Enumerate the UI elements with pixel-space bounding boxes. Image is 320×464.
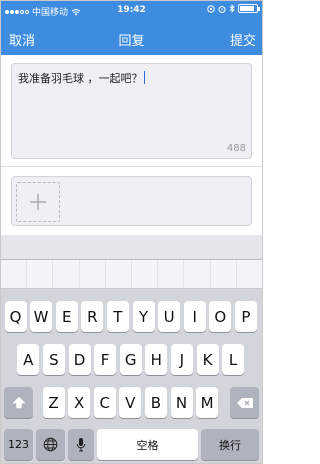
- key-p[interactable]: P: [234, 301, 257, 332]
- text-cursor: [143, 71, 145, 84]
- key-x[interactable]: X: [68, 387, 91, 418]
- numbers-key[interactable]: 123: [4, 429, 33, 460]
- submit-button[interactable]: 提交: [230, 30, 256, 49]
- microphone-icon: [76, 438, 86, 452]
- reply-text: 我准备羽毛球 ，一起吧？: [18, 72, 143, 85]
- key-d[interactable]: D: [68, 344, 91, 375]
- key-s[interactable]: S: [42, 344, 65, 375]
- add-photo-button[interactable]: [16, 182, 60, 222]
- page-title: 回复: [118, 34, 145, 49]
- bluetooth-icon: [229, 4, 235, 13]
- shift-key[interactable]: [4, 387, 33, 418]
- space-key[interactable]: 空格: [97, 429, 198, 460]
- reply-text-field[interactable]: 我准备羽毛球 ，一起吧？ 488: [11, 63, 252, 159]
- key-r[interactable]: R: [81, 301, 104, 332]
- battery-icon: [238, 4, 260, 13]
- key-h[interactable]: H: [145, 344, 168, 375]
- delete-key[interactable]: [230, 387, 259, 418]
- rotation-lock-icon: [207, 4, 215, 13]
- key-f[interactable]: F: [94, 344, 117, 375]
- key-y[interactable]: Y: [132, 301, 155, 332]
- key-n[interactable]: N: [170, 387, 193, 418]
- key-u[interactable]: U: [158, 301, 181, 332]
- reply-screen: 中国移动 19:42 取消 回复 提交 我准备羽毛球 ，一起吧？ 488 Q W…: [0, 0, 263, 464]
- key-t[interactable]: T: [106, 301, 129, 332]
- keyboard-top-spacer: [1, 235, 262, 259]
- microphone-key[interactable]: [68, 429, 94, 460]
- key-o[interactable]: O: [209, 301, 232, 332]
- key-z[interactable]: Z: [42, 387, 65, 418]
- key-m[interactable]: M: [196, 387, 219, 418]
- keyboard: QWERTYUIOP ASDFGHJKL ZXCVBNM 123 空格 换行: [1, 259, 262, 463]
- key-e[interactable]: E: [55, 301, 78, 332]
- candidate-bar: [1, 260, 262, 289]
- key-g[interactable]: G: [119, 344, 142, 375]
- key-c[interactable]: C: [93, 387, 116, 418]
- globe-key[interactable]: [36, 429, 65, 460]
- key-v[interactable]: V: [119, 387, 142, 418]
- key-a[interactable]: A: [17, 344, 40, 375]
- key-w[interactable]: W: [30, 301, 53, 332]
- key-i[interactable]: I: [183, 301, 206, 332]
- key-b[interactable]: B: [144, 387, 167, 418]
- divider: [1, 166, 262, 167]
- return-key[interactable]: 换行: [201, 429, 259, 460]
- alarm-icon: [218, 5, 226, 13]
- key-l[interactable]: L: [222, 344, 245, 375]
- delete-icon: [236, 397, 253, 408]
- status-bar: 中国移动 19:42: [1, 1, 262, 21]
- key-k[interactable]: K: [196, 344, 219, 375]
- globe-icon: [43, 437, 58, 452]
- nav-bar: 取消 回复 提交: [1, 21, 262, 55]
- key-j[interactable]: J: [170, 344, 193, 375]
- plus-icon: [30, 194, 46, 210]
- key-q[interactable]: Q: [4, 301, 27, 332]
- photo-attachment-area: [11, 176, 252, 226]
- char-counter: 488: [226, 143, 246, 154]
- shift-icon: [11, 396, 26, 409]
